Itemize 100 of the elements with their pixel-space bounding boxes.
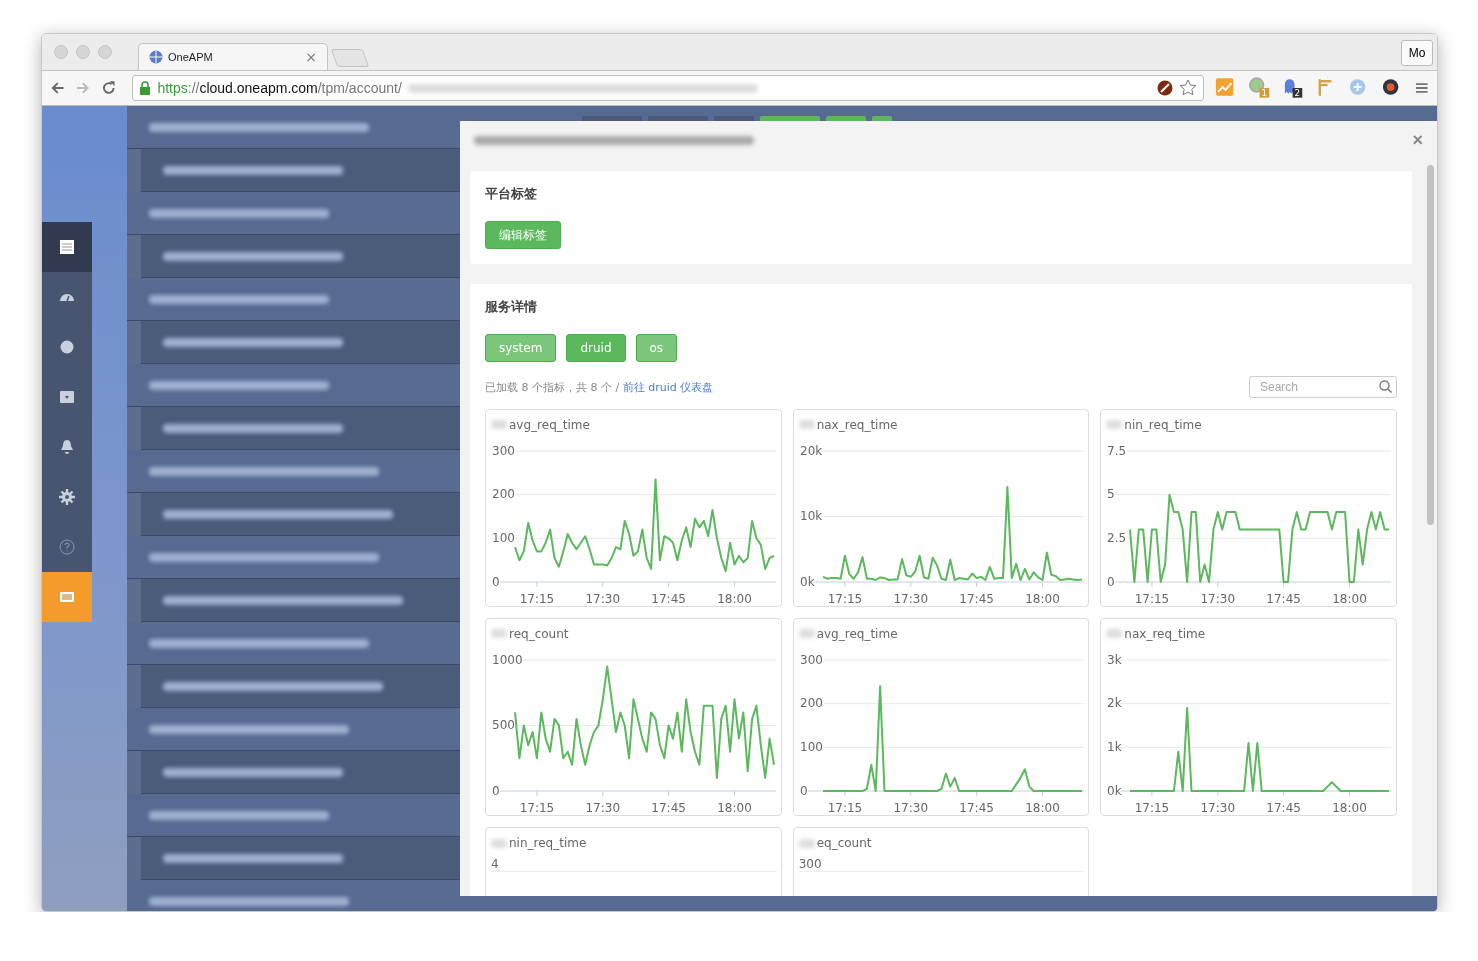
- search-icon: [1379, 380, 1392, 393]
- axis-label: 17:15: [519, 591, 555, 606]
- axis-label: 17:45: [651, 800, 686, 815]
- axis-label: 200: [799, 696, 823, 711]
- axis-label: 17:45: [959, 800, 994, 815]
- axis-label: 2.5: [1107, 530, 1127, 545]
- info-text: 已加载 8 个指标，共 8 个 / 前往 druid 仪表盘: [485, 379, 714, 395]
- stat-button[interactable]: [872, 116, 892, 121]
- chart-title: req_count: [509, 626, 569, 641]
- axis-label: 18:00: [717, 800, 752, 815]
- stat-button[interactable]: [826, 116, 866, 121]
- blurred-text: [491, 420, 507, 430]
- profile-button[interactable]: Mo: [1401, 40, 1433, 66]
- sidebar-item[interactable]: [42, 222, 92, 272]
- new-tab-button[interactable]: [330, 49, 370, 67]
- star-icon[interactable]: [1179, 79, 1198, 97]
- stat-block: [582, 116, 642, 121]
- list-icon: [59, 239, 75, 255]
- window-control[interactable]: [54, 45, 68, 59]
- chart-title: avg_req_time: [816, 626, 898, 641]
- axis-label: 2k: [1107, 696, 1122, 711]
- inbox-icon: [59, 389, 75, 405]
- edit-tags-button[interactable]: 编辑标签: [485, 221, 561, 249]
- axis-label: 0: [799, 783, 808, 798]
- axis-label: 17:15: [827, 591, 862, 606]
- axis-label: 17:15: [519, 800, 555, 815]
- reload-icon[interactable]: [100, 80, 117, 96]
- tab-title: OneAPM: [168, 51, 214, 63]
- axis-label: 17:15: [1135, 591, 1170, 606]
- blocked-icon[interactable]: [1157, 80, 1174, 96]
- axis-label: 17:45: [651, 591, 686, 606]
- section-title: 服务详情: [485, 298, 538, 316]
- browser-tab[interactable]: OneAPM ×: [138, 43, 328, 70]
- axis-label: 17:30: [1200, 800, 1236, 815]
- axis-label: 18:00: [1332, 800, 1368, 815]
- axis-label: 100: [492, 530, 515, 545]
- blurred-text: [798, 629, 815, 639]
- scrollbar-thumb[interactable]: [1427, 165, 1434, 525]
- axis-label: 5: [1107, 487, 1115, 502]
- settings-icon: [59, 489, 75, 505]
- axis-label: 0: [492, 574, 500, 589]
- axis-label: 0k: [799, 574, 815, 589]
- globe-icon: [149, 50, 163, 64]
- chart-title: nax_req_time: [816, 417, 898, 432]
- axis-label: 18:00: [1332, 591, 1368, 606]
- axis-label: 300: [798, 857, 1085, 872]
- axis-label: 0k: [1107, 783, 1122, 798]
- axis-label: 18:00: [717, 591, 752, 606]
- axis-label: 10k: [799, 508, 822, 523]
- window-control[interactable]: [98, 45, 112, 59]
- axis-label: 18:00: [1024, 591, 1060, 606]
- dashboard-link[interactable]: 前往 druid 仪表盘: [622, 380, 714, 394]
- axis-label: 0: [492, 783, 500, 798]
- blurred-text: [798, 838, 815, 848]
- forward-icon[interactable]: [75, 80, 91, 96]
- circle-icon: [59, 339, 75, 355]
- axis-label: 17:30: [585, 800, 621, 815]
- axis-label: 17:45: [959, 591, 994, 606]
- stat-block: [648, 116, 708, 121]
- axis-label: 17:30: [893, 800, 928, 815]
- axis-label: 1000: [492, 652, 523, 667]
- menu-icon[interactable]: [1413, 80, 1429, 96]
- axis-label: 300: [492, 443, 515, 458]
- close-tab-button[interactable]: ×: [305, 49, 317, 65]
- blurred-text: [798, 420, 815, 430]
- chart-title: avg_req_time: [509, 417, 590, 432]
- blurred-text: [1106, 420, 1123, 430]
- tag-button[interactable]: druid: [566, 334, 626, 362]
- card-icon: [59, 589, 75, 605]
- axis-label: 7.5: [1107, 443, 1127, 458]
- help-icon: [59, 539, 75, 555]
- badge-count: 1: [1261, 87, 1267, 98]
- axis-label: 4: [491, 857, 777, 872]
- close-button[interactable]: ×: [1412, 129, 1423, 151]
- chart-title: nin_req_time: [1124, 417, 1202, 432]
- stat-block: [714, 116, 754, 121]
- blurred-text: [491, 838, 507, 848]
- axis-label: 3k: [1107, 652, 1122, 667]
- window-control[interactable]: [76, 45, 90, 59]
- axis-label: 17:30: [585, 591, 621, 606]
- badge-count: 2: [1294, 87, 1300, 98]
- axis-label: 20k: [799, 443, 822, 458]
- axis-label: 500: [492, 717, 515, 732]
- axis-label: 17:15: [1135, 800, 1170, 815]
- axis-label: 17:30: [893, 591, 928, 606]
- axis-label: 1k: [1107, 739, 1122, 754]
- section-title: 平台标签: [485, 185, 538, 203]
- back-icon[interactable]: [50, 80, 66, 96]
- blurred-text: [491, 629, 507, 639]
- axis-label: 200: [492, 487, 515, 502]
- search-field[interactable]: Search: [1249, 376, 1397, 398]
- axis-label: 18:00: [1024, 800, 1060, 815]
- axis-label: 17:15: [827, 800, 862, 815]
- chart-title: nin_req_time: [509, 836, 587, 850]
- bell-icon: [59, 439, 75, 455]
- axis-label: 0: [1107, 574, 1115, 589]
- axis-label: 100: [799, 739, 823, 754]
- chart-title: eq_count: [816, 836, 872, 850]
- url-field[interactable]: https://cloud.oneapm.com/tpm/account/: [132, 75, 1205, 101]
- blurred-text: [1106, 629, 1123, 639]
